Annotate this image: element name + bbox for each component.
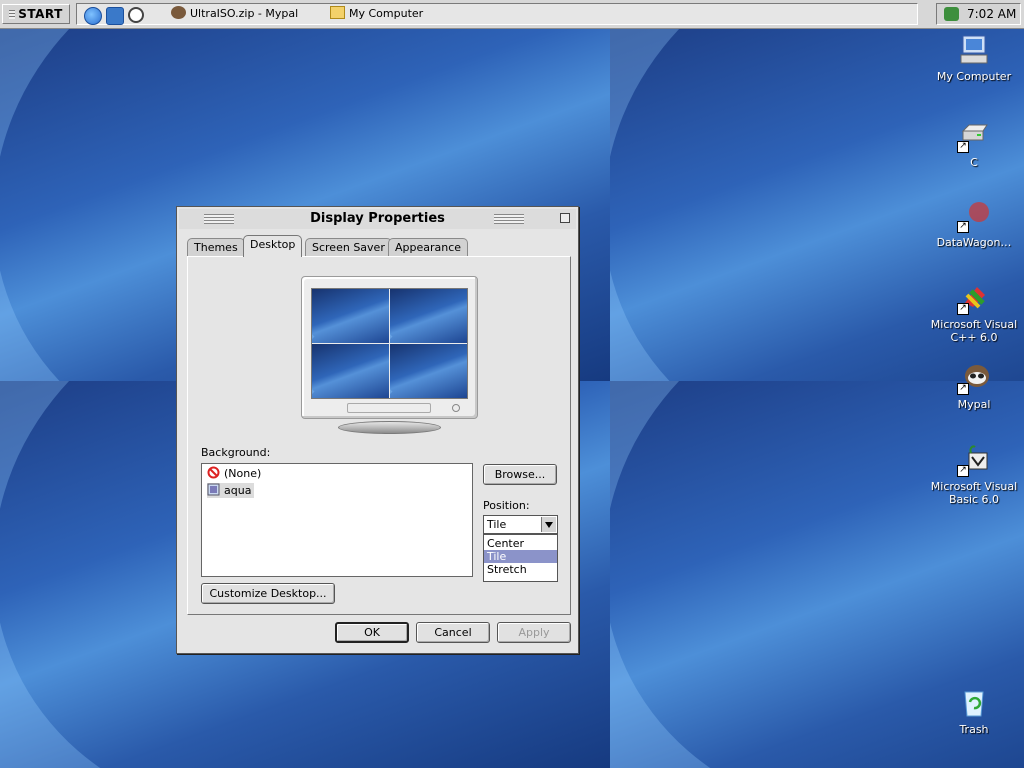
visual-cpp-icon: ↗ xyxy=(957,281,991,315)
task-label: UltraISO.zip - Mypal xyxy=(190,7,299,20)
drive-icon: ↗ xyxy=(957,119,991,153)
close-button[interactable] xyxy=(560,213,570,223)
clock[interactable]: 7:02 AM xyxy=(967,4,1016,24)
desktop-icon-my-computer[interactable]: My Computer xyxy=(926,33,1022,83)
monitor-bezel-panel xyxy=(347,403,431,413)
datawagon-icon: ↗ xyxy=(957,199,991,233)
network-tray-icon[interactable] xyxy=(944,7,959,21)
desktop-icon-c-drive[interactable]: ↗ C xyxy=(926,119,1022,169)
background-label: Background: xyxy=(201,446,271,459)
desktop-icon-visual-cpp[interactable]: ↗ Microsoft Visual C++ 6.0 xyxy=(926,281,1022,344)
preview-tile xyxy=(312,289,389,343)
my-computer-icon xyxy=(957,33,991,67)
start-label: START xyxy=(18,7,63,21)
tab-screen-saver[interactable]: Screen Saver xyxy=(305,238,392,256)
task-button-my-computer[interactable]: My Computer xyxy=(330,5,423,23)
visual-basic-icon: ↗ xyxy=(957,443,991,477)
titlebar-grip xyxy=(494,214,524,224)
background-item-label: (None) xyxy=(224,467,262,480)
dialog-titlebar[interactable]: Display Properties xyxy=(179,209,576,229)
background-item-aqua[interactable]: aqua xyxy=(207,483,255,498)
system-tray: 7:02 AM xyxy=(936,3,1021,25)
shortcut-arrow-icon: ↗ xyxy=(957,383,969,395)
position-option-stretch[interactable]: Stretch xyxy=(484,563,557,576)
shortcut-arrow-icon: ↗ xyxy=(957,221,969,233)
position-select[interactable]: Tile xyxy=(483,515,558,534)
desktop-icon-label: Trash xyxy=(959,723,989,736)
display-properties-dialog: Display Properties Themes Desktop Screen… xyxy=(176,206,579,654)
cancel-button[interactable]: Cancel xyxy=(416,622,490,643)
grip-icon xyxy=(9,10,16,19)
desktop-icon-label: Microsoft Visual Basic 6.0 xyxy=(930,480,1018,506)
customize-desktop-button[interactable]: Customize Desktop... xyxy=(201,583,335,604)
preview-tile xyxy=(312,344,389,398)
desktop-icon-trash[interactable]: Trash xyxy=(926,686,1022,736)
preview-tile xyxy=(390,344,467,398)
none-icon xyxy=(207,466,220,479)
task-label: My Computer xyxy=(349,7,424,20)
power-button-icon xyxy=(452,404,460,412)
chevron-down-icon[interactable] xyxy=(541,517,556,532)
wallpaper-preview xyxy=(311,288,468,399)
apply-button[interactable]: Apply xyxy=(497,622,571,643)
mypal-icon xyxy=(171,6,186,19)
position-option-tile[interactable]: Tile xyxy=(484,550,557,563)
browse-button[interactable]: Browse... xyxy=(483,464,557,485)
mypal-icon: ↗ xyxy=(957,361,991,395)
start-button[interactable]: START xyxy=(2,4,70,24)
media-player-icon[interactable] xyxy=(128,7,144,23)
desktop-tab-panel: Background: (None) aqua Browse... Positi… xyxy=(187,256,571,615)
task-button-mypal[interactable]: UltraISO.zip - Mypal xyxy=(171,5,298,23)
outlook-express-icon[interactable] xyxy=(106,7,124,25)
trash-icon xyxy=(957,686,991,720)
monitor-preview xyxy=(301,276,478,419)
desktop-icon-datawagon[interactable]: ↗ DataWagon… xyxy=(926,199,1022,249)
desktop-icon-label: My Computer xyxy=(936,70,1012,83)
preview-tile xyxy=(390,289,467,343)
tab-appearance[interactable]: Appearance xyxy=(388,238,469,256)
desktop-icon-label: Microsoft Visual C++ 6.0 xyxy=(930,318,1018,344)
position-label: Position: xyxy=(483,499,530,512)
shortcut-arrow-icon: ↗ xyxy=(957,465,969,477)
position-dropdown[interactable]: Center Tile Stretch xyxy=(483,534,558,582)
ok-button[interactable]: OK xyxy=(335,622,409,643)
image-file-icon xyxy=(207,483,220,496)
position-value: Tile xyxy=(487,518,507,531)
desktop-icon-label: DataWagon… xyxy=(936,236,1012,249)
background-item-none[interactable]: (None) xyxy=(207,466,264,481)
task-area: UltraISO.zip - Mypal My Computer xyxy=(76,3,918,25)
tab-desktop[interactable]: Desktop xyxy=(243,235,303,257)
monitor-stand xyxy=(338,421,441,434)
position-option-center[interactable]: Center xyxy=(484,537,557,550)
shortcut-arrow-icon: ↗ xyxy=(957,303,969,315)
desktop-icon-label: Mypal xyxy=(957,398,991,411)
desktop-icon-visual-basic[interactable]: ↗ Microsoft Visual Basic 6.0 xyxy=(926,443,1022,506)
taskbar: START UltraISO.zip - Mypal My Computer 7… xyxy=(0,0,1024,29)
background-item-label: aqua xyxy=(224,484,252,497)
desktop-icon-mypal[interactable]: ↗ Mypal xyxy=(926,361,1022,411)
tab-themes[interactable]: Themes xyxy=(187,238,245,256)
shortcut-arrow-icon: ↗ xyxy=(957,141,969,153)
desktop-icon-label: C xyxy=(970,156,978,169)
folder-icon xyxy=(330,6,345,19)
background-list[interactable]: (None) aqua xyxy=(201,463,473,577)
internet-explorer-icon[interactable] xyxy=(84,7,102,25)
